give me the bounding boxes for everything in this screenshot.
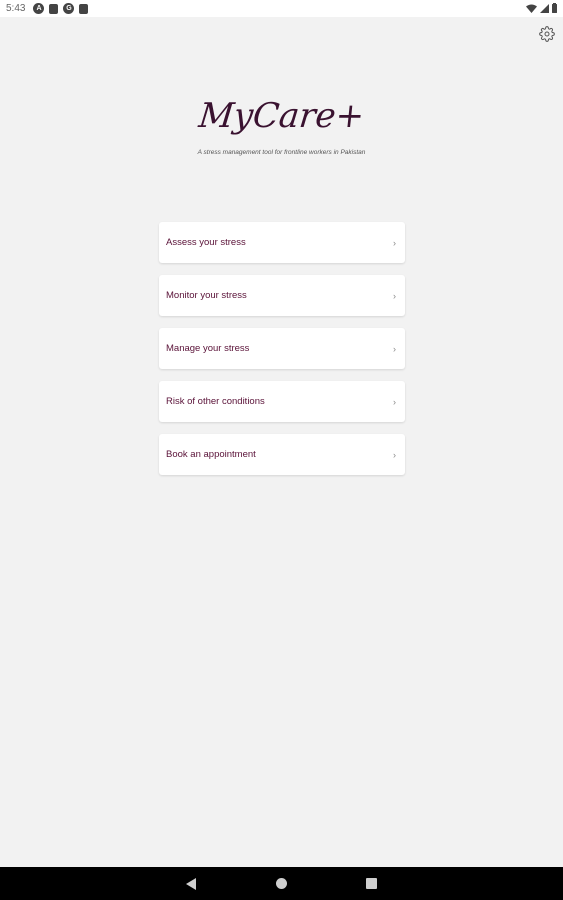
tagline: A stress management tool for frontline w…: [197, 149, 366, 156]
battery-icon: [552, 3, 557, 13]
menu-item-label: Monitor your stress: [166, 290, 247, 301]
menu-item-label: Manage your stress: [166, 343, 250, 354]
wifi-icon: [526, 4, 537, 13]
notification-icons: A G: [33, 3, 89, 14]
sim-card-icon: [79, 3, 89, 14]
home-icon[interactable]: [276, 878, 287, 889]
menu-item-label: Assess your stress: [166, 237, 246, 248]
menu-item-label: Book an appointment: [166, 449, 256, 460]
square-notification-icon: [49, 3, 59, 14]
chevron-right-icon: ›: [393, 396, 396, 407]
menu-item-monitor-stress[interactable]: Monitor your stress ›: [159, 275, 405, 316]
app-screen: 5:43 A G MyCare+ A stress management too…: [0, 0, 563, 900]
menu-item-risk-conditions[interactable]: Risk of other conditions ›: [159, 381, 405, 422]
navigation-bar: [0, 867, 563, 900]
chevron-right-icon: ›: [393, 290, 396, 301]
menu-item-manage-stress[interactable]: Manage your stress ›: [159, 328, 405, 369]
chevron-right-icon: ›: [393, 449, 396, 460]
a-icon: A: [33, 3, 45, 14]
logo-text: MyCare+: [196, 96, 367, 136]
signal-icon: [540, 3, 549, 13]
menu-item-label: Risk of other conditions: [166, 396, 265, 407]
menu-item-book-appointment[interactable]: Book an appointment ›: [159, 434, 405, 475]
status-time: 5:43: [6, 3, 26, 14]
chevron-right-icon: ›: [393, 343, 396, 354]
status-bar: 5:43 A G: [0, 0, 563, 17]
app-logo: MyCare+: [0, 96, 563, 136]
g-icon: G: [63, 3, 75, 14]
settings-button[interactable]: [537, 24, 557, 44]
menu-item-assess-stress[interactable]: Assess your stress ›: [159, 222, 405, 263]
chevron-right-icon: ›: [393, 237, 396, 248]
back-icon[interactable]: [186, 878, 196, 890]
main-menu: Assess your stress › Monitor your stress…: [159, 222, 405, 487]
gear-icon: [539, 26, 555, 42]
system-icons: [526, 3, 557, 13]
recents-icon[interactable]: [366, 878, 377, 889]
